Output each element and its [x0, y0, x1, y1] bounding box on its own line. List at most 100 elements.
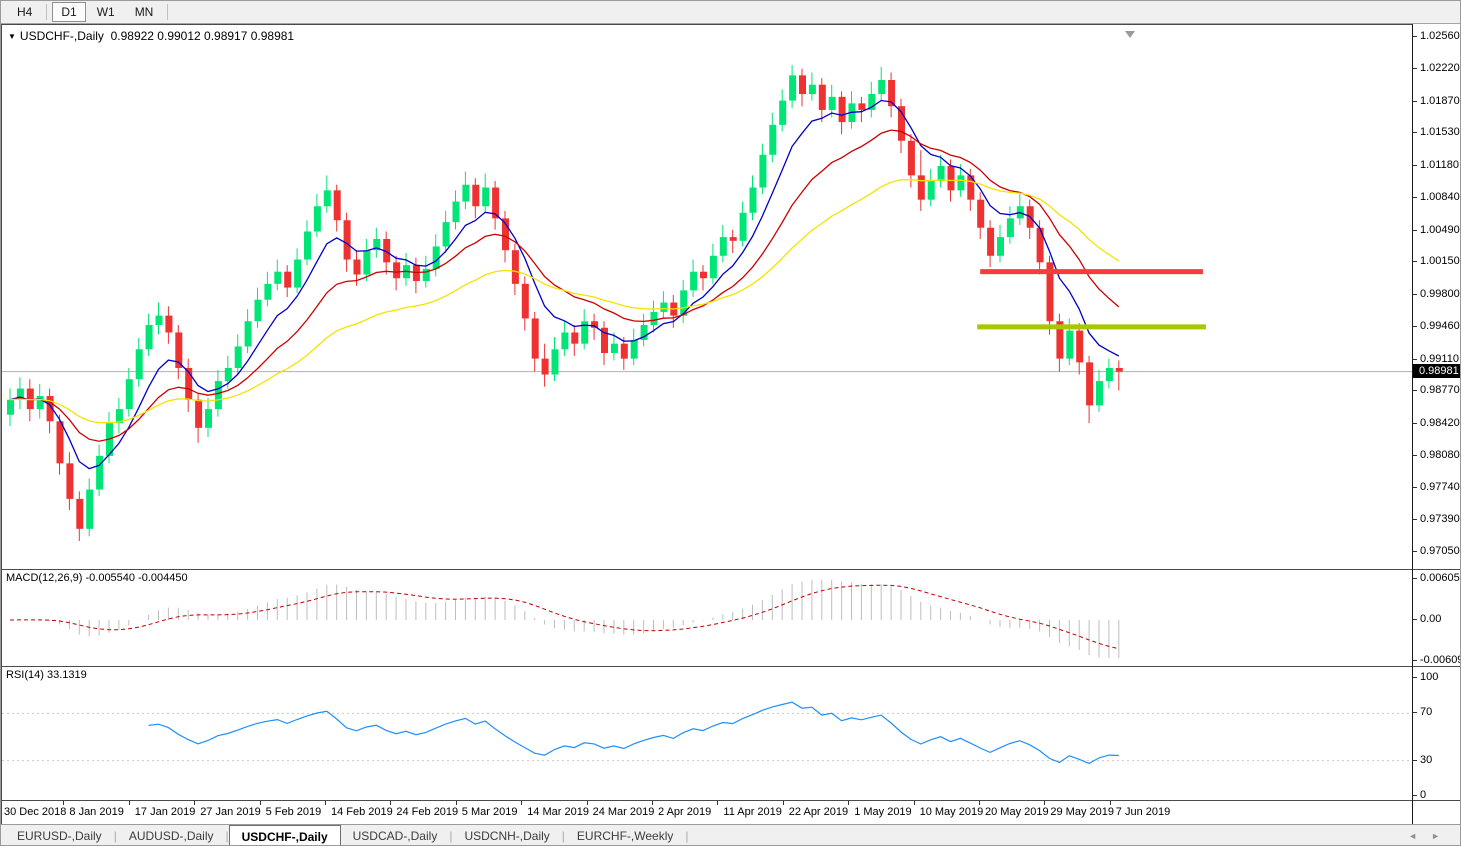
- date-tick-mark: [587, 801, 588, 805]
- date-tick-mark: [783, 801, 784, 805]
- price-tick-mark: [1413, 390, 1417, 391]
- tab-scroll-right-icon[interactable]: ►: [1431, 831, 1454, 841]
- price-tick-mark: [1413, 68, 1417, 69]
- time-axis[interactable]: 30 Dec 20188 Jan 201917 Jan 201927 Jan 2…: [1, 800, 1412, 824]
- tab-eurchf-weekly[interactable]: EURCHF-,Weekly: [565, 825, 685, 846]
- rsi-value: 33.1319: [47, 669, 87, 681]
- price-tick-mark: [1413, 36, 1417, 37]
- date-tick-label: 11 Apr 2019: [723, 806, 782, 818]
- price-tick-label: 1.01180: [1420, 159, 1459, 171]
- macd-panel[interactable]: MACD(12,26,9) -0.005540 -0.004450: [1, 569, 1412, 666]
- date-tick-label: 20 May 2019: [985, 806, 1049, 818]
- rsi-canvas[interactable]: [2, 667, 1412, 800]
- price-tick-label: 0.98080: [1420, 449, 1460, 461]
- current-price-badge: 0.98981: [1413, 364, 1461, 378]
- price-tick-mark: [1413, 230, 1417, 231]
- price-tick-label: 0.97390: [1420, 513, 1460, 525]
- price-tick-mark: [1413, 455, 1417, 456]
- price-tick-label: 0.99460: [1420, 320, 1460, 332]
- date-tick-label: 14 Feb 2019: [331, 806, 393, 818]
- date-tick-label: 10 May 2019: [920, 806, 984, 818]
- price-chart-canvas[interactable]: [2, 25, 1412, 569]
- price-tick-mark: [1413, 197, 1417, 198]
- price-tick-label: 1.02220: [1420, 62, 1460, 74]
- mt4-window: H4D1W1MN ▼USDCHF-,Daily 0.98922 0.99012 …: [0, 0, 1461, 846]
- price-tick-mark: [1413, 423, 1417, 424]
- macd-tick-label: -0.006096: [1420, 654, 1461, 666]
- date-tick-mark: [652, 801, 653, 805]
- macd-title: MACD(12,26,9): [6, 572, 82, 584]
- rsi-tick-mark: [1413, 795, 1417, 796]
- date-tick-label: 14 Mar 2019: [527, 806, 589, 818]
- timeframe-button-mn[interactable]: MN: [126, 2, 163, 22]
- date-tick-label: 2 Apr 2019: [658, 806, 711, 818]
- price-tick-mark: [1413, 101, 1417, 102]
- chevron-down-icon[interactable]: ▼: [8, 32, 16, 41]
- date-tick-mark: [1044, 801, 1045, 805]
- price-tick-label: 0.98770: [1420, 384, 1460, 396]
- price-tick-mark: [1413, 519, 1417, 520]
- date-tick-mark: [260, 801, 261, 805]
- tab-separator: |: [685, 825, 688, 846]
- timeframe-button-w1[interactable]: W1: [88, 2, 124, 22]
- date-tick-mark: [456, 801, 457, 805]
- price-panel[interactable]: ▼USDCHF-,Daily 0.98922 0.99012 0.98917 0…: [1, 24, 1412, 569]
- ohlc-values: 0.98922 0.99012 0.98917 0.98981: [111, 29, 295, 43]
- price-tick-label: 0.99800: [1420, 288, 1460, 300]
- macd-tick-mark: [1413, 578, 1417, 579]
- date-tick-label: 29 May 2019: [1050, 806, 1114, 818]
- tab-usdchf-daily[interactable]: USDCHF-,Daily: [229, 825, 341, 846]
- date-tick-label: 8 Jan 2019: [69, 806, 123, 818]
- price-axis[interactable]: 1.025601.022201.018701.015301.011801.008…: [1412, 24, 1461, 824]
- price-tick-mark: [1413, 359, 1417, 360]
- macd-label: MACD(12,26,9) -0.005540 -0.004450: [6, 572, 188, 584]
- rsi-tick-mark: [1413, 760, 1417, 761]
- rsi-panel[interactable]: RSI(14) 33.1319: [1, 666, 1412, 800]
- price-tick-mark: [1413, 132, 1417, 133]
- price-tick-label: 1.00150: [1420, 255, 1460, 267]
- date-tick-mark: [1110, 801, 1111, 805]
- date-tick-mark: [914, 801, 915, 805]
- price-tick-label: 0.97050: [1420, 545, 1460, 557]
- toolbar-separator: [46, 4, 47, 20]
- rsi-tick-label: 30: [1420, 754, 1432, 766]
- date-tick-label: 30 Dec 2018: [4, 806, 66, 818]
- price-tick-label: 1.01530: [1420, 126, 1460, 138]
- price-tick-mark: [1413, 487, 1417, 488]
- date-tick-label: 22 Apr 2019: [789, 806, 848, 818]
- timeframe-toolbar: H4 D1W1MN: [1, 1, 1461, 24]
- macd-tick-mark: [1413, 660, 1417, 661]
- macd-tick-label: 0.00: [1420, 613, 1441, 625]
- macd-tick-label: 0.006058: [1420, 572, 1461, 584]
- price-tick-label: 1.02560: [1420, 30, 1460, 42]
- date-tick-label: 24 Mar 2019: [593, 806, 655, 818]
- price-tick-label: 1.01870: [1420, 95, 1460, 107]
- rsi-tick-label: 0: [1420, 789, 1426, 801]
- axis-section-divider: [1413, 569, 1461, 570]
- tab-usdcnh-daily[interactable]: USDCNH-,Daily: [452, 825, 561, 846]
- price-tick-label: 1.00490: [1420, 224, 1460, 236]
- date-tick-mark: [325, 801, 326, 805]
- tab-audusd-daily[interactable]: AUDUSD-,Daily: [117, 825, 226, 846]
- date-tick-mark: [63, 801, 64, 805]
- macd-canvas[interactable]: [2, 570, 1412, 666]
- timeframe-button-h4[interactable]: H4: [8, 2, 41, 22]
- chart-shift-marker-icon[interactable]: [1125, 31, 1135, 38]
- date-tick-label: 24 Feb 2019: [396, 806, 458, 818]
- tab-scroll-left-icon[interactable]: ◄: [1408, 831, 1431, 841]
- date-tick-label: 17 Jan 2019: [135, 806, 196, 818]
- date-tick-label: 1 May 2019: [854, 806, 911, 818]
- date-tick-label: 5 Feb 2019: [266, 806, 322, 818]
- date-tick-label: 5 Mar 2019: [462, 806, 518, 818]
- date-tick-mark: [717, 801, 718, 805]
- rsi-tick-label: 100: [1420, 671, 1438, 683]
- macd-tick-mark: [1413, 619, 1417, 620]
- date-tick-mark: [521, 801, 522, 805]
- date-tick-mark: [194, 801, 195, 805]
- timeframe-button-d1[interactable]: D1: [52, 2, 85, 22]
- date-tick-mark: [390, 801, 391, 805]
- macd-values: -0.005540 -0.004450: [85, 572, 187, 584]
- chart-header: ▼USDCHF-,Daily 0.98922 0.99012 0.98917 0…: [8, 29, 294, 43]
- tab-usdcad-daily[interactable]: USDCAD-,Daily: [341, 825, 450, 846]
- tab-eurusd-daily[interactable]: EURUSD-,Daily: [5, 825, 114, 846]
